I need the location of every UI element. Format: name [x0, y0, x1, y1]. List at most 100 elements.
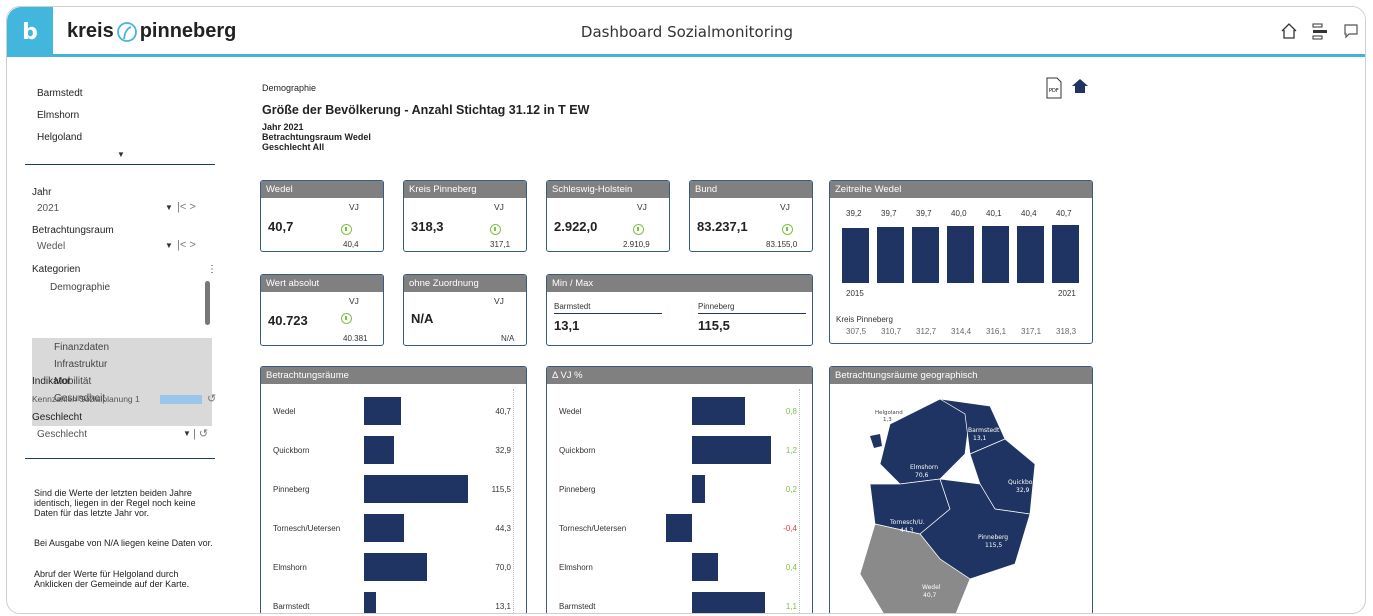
map-value-pinneberg: 115,5 [985, 542, 1002, 549]
vj-label: VJ [780, 202, 790, 212]
map-label-pinneberg: Pinneberg [978, 534, 1008, 541]
indikator-select[interactable]: Kennzahlen Sozialplanung 1 [32, 394, 140, 404]
map-label-wedel: Wedel [922, 584, 941, 591]
note-identical-values: Sind die Werte der letzten beiden Jahre … [34, 488, 196, 518]
jahr-dropdown-icon[interactable]: ▼ [165, 203, 173, 212]
zeitreihe-value-label: 40,7 [1056, 209, 1072, 218]
page-title: Größe der Bevölkerung - Anzahl Stichtag … [262, 103, 590, 117]
raum-prev-next-icon[interactable]: |< > [177, 239, 196, 251]
bar-value-label: 44,3 [495, 524, 511, 533]
min-name: Barmstedt [554, 302, 591, 311]
zeitreihe-start: 2015 [846, 289, 864, 298]
bar-category-label: Tornesch/Uetersen [273, 524, 341, 533]
bar-category-label: Quickborn [273, 446, 310, 455]
kpi-value: 83.237,1 [697, 219, 748, 234]
kpi-card-wedel[interactable]: Wedel VJ 40,7 40,4 [260, 180, 384, 252]
kategorie-item[interactable]: Finanzdaten [54, 342, 109, 353]
bar-value-label: 70,0 [495, 563, 511, 572]
kpi-title: Kreis Pinneberg [404, 181, 526, 198]
pdf-export-icon[interactable]: PDF [1045, 77, 1063, 99]
map-value-helgoland: 1,3 [883, 417, 892, 423]
jahr-select[interactable]: 2021 [37, 203, 59, 214]
kpi-value: N/A [411, 311, 434, 326]
axis-line [513, 389, 514, 613]
expand-list-icon[interactable]: ▼ [117, 150, 125, 159]
commune-item-helgoland[interactable]: Helgoland [37, 132, 82, 143]
bar-category-label: Pinneberg [273, 485, 310, 494]
delta-card[interactable]: Δ VJ % Wedel 0,8 Quickborn 1,2 Pinneberg 0,2 T… [546, 366, 813, 613]
kpi-title: Bund [690, 181, 812, 198]
zeitreihe-bar [912, 227, 939, 283]
map-label-quickborn: Quickborn [1008, 479, 1039, 486]
zeitreihe-bar [877, 227, 904, 283]
kpi-card-bund[interactable]: Bund VJ 83.237,1 83.155,0 [689, 180, 813, 252]
zeitreihe-value-label: 39,7 [916, 209, 932, 218]
note-helgoland: Abruf der Werte für Helgoland durch Ankl… [34, 569, 190, 589]
indikator-label: Indikator [32, 376, 71, 387]
kreis-value-label: 310,7 [881, 327, 902, 336]
bar-value-label: 0,4 [785, 563, 797, 572]
kreis-map[interactable]: Helgoland 1,3 Barmstedt 13,1 Elmshorn 70… [830, 384, 1093, 614]
zeitreihe-bar [1052, 225, 1079, 283]
kpi-prev: 317,1 [490, 240, 511, 249]
trend-up-icon [490, 224, 501, 235]
zeitreihe-value-label: 40,0 [951, 209, 967, 218]
zeitreihe-value-label: 39,2 [846, 209, 862, 218]
bar-value-label: 40,7 [495, 407, 511, 416]
section-label: Demographie [262, 83, 317, 93]
reset-geschlecht-icon[interactable]: | ↺ [193, 427, 208, 440]
bar [364, 592, 376, 613]
trend-up-icon [633, 224, 644, 235]
jahr-prev-next-icon[interactable]: |< > [177, 201, 196, 213]
raum-dropdown-icon[interactable]: ▼ [165, 241, 173, 250]
zeitreihe-card[interactable]: Zeitreihe Wedel 2015 2021 Kreis Pinneber… [829, 180, 1093, 344]
top-bar: b kreis pinneberg Dashboard Sozialmonito… [7, 7, 1365, 57]
bar-value-label: 13,1 [495, 602, 511, 611]
kategorien-label: Kategorien [32, 264, 81, 275]
bar-category-label: Wedel [559, 407, 582, 416]
min-value: 13,1 [554, 318, 580, 333]
trend-up-icon [782, 224, 793, 235]
reset-indikator-icon[interactable]: ↺ [207, 392, 216, 405]
kategorie-item[interactable]: Demographie [50, 282, 110, 293]
betrachtungsraum-select[interactable]: Wedel [37, 241, 65, 252]
kreis-value-label: 318,3 [1056, 327, 1077, 336]
bar-value-label: 0,2 [785, 485, 797, 494]
more-icon[interactable]: ⋮ [207, 264, 217, 275]
geschlecht-select[interactable]: Geschlecht [37, 429, 87, 440]
divider [554, 313, 662, 314]
betrachtungsraeume-card[interactable]: Betrachtungsräume Wedel 40,7 Quickborn 32,9… [260, 366, 527, 613]
kpi-card-absolut[interactable]: Wert absolut VJ 40.723 40.381 [260, 274, 384, 346]
zeitreihe-value-label: 39,7 [881, 209, 897, 218]
map-card[interactable]: Betrachtungsräume geographisch Helgoland… [829, 366, 1093, 614]
commune-item-elmshorn[interactable]: Elmshorn [37, 110, 79, 121]
map-label-tornesch: Tornesch/U. [889, 519, 925, 526]
bar-category-label: Elmshorn [559, 563, 593, 572]
scrollbar-thumb[interactable] [205, 281, 210, 325]
map-value-tornesch: 44,3 [900, 527, 914, 534]
minmax-card[interactable]: Min / Max Barmstedt 13,1 Pinneberg 115,5 [546, 274, 813, 346]
minmax-title: Min / Max [547, 275, 812, 292]
kpi-value: 40,7 [268, 219, 294, 234]
kategorie-item[interactable]: Infrastruktur [54, 359, 107, 370]
bookmarks-icon[interactable] [1310, 21, 1330, 41]
map-value-quickborn: 32,9 [1016, 487, 1030, 494]
kpi-title: Wedel [261, 181, 383, 198]
kpi-card-sh[interactable]: Schleswig-Holstein VJ 2.922,0 2.910,9 [546, 180, 670, 252]
bar-category-label: Barmstedt [559, 602, 596, 611]
geschlecht-dropdown-icon[interactable]: ▼ [183, 429, 191, 438]
home-icon[interactable] [1279, 21, 1299, 41]
bar [692, 553, 719, 581]
kpi-card-ohne-zuordnung[interactable]: ohne Zuordnung VJ N/A N/A [403, 274, 527, 346]
comment-icon[interactable] [1341, 21, 1361, 41]
kpi-prev: 40.381 [343, 334, 368, 343]
geschlecht-label: Geschlecht [32, 412, 83, 423]
kpi-title: ohne Zuordnung [404, 275, 526, 292]
home-nav-icon[interactable] [1071, 78, 1089, 94]
kreis-value-label: 316,1 [986, 327, 1007, 336]
commune-item-barmstedt[interactable]: Barmstedt [37, 88, 83, 99]
kreis-value-label: 307,5 [846, 327, 867, 336]
kpi-card-kreis[interactable]: Kreis Pinneberg VJ 318,3 317,1 [403, 180, 527, 252]
bar-value-label: -0,4 [783, 524, 797, 533]
trend-up-icon [341, 224, 352, 235]
